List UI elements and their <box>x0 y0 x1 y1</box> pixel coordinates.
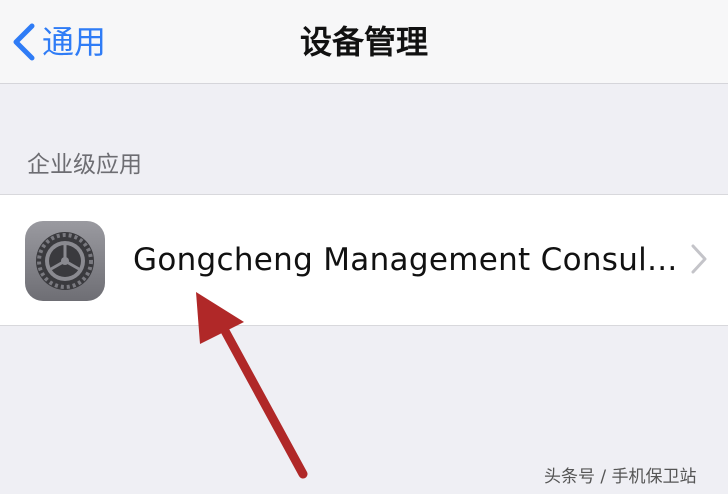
profile-name: Gongcheng Management Consul... <box>133 242 678 278</box>
profile-row[interactable]: Gongcheng Management Consul... <box>0 194 728 326</box>
settings-gear-icon <box>25 221 105 301</box>
chevron-right-icon <box>691 244 707 274</box>
page-title: 设备管理 <box>299 23 428 61</box>
section-header: 企业级应用 <box>27 152 142 178</box>
navigation-bar: 通用 设备管理 <box>0 0 728 84</box>
watermark: 头条号 / 手机保卫站 <box>544 467 697 487</box>
